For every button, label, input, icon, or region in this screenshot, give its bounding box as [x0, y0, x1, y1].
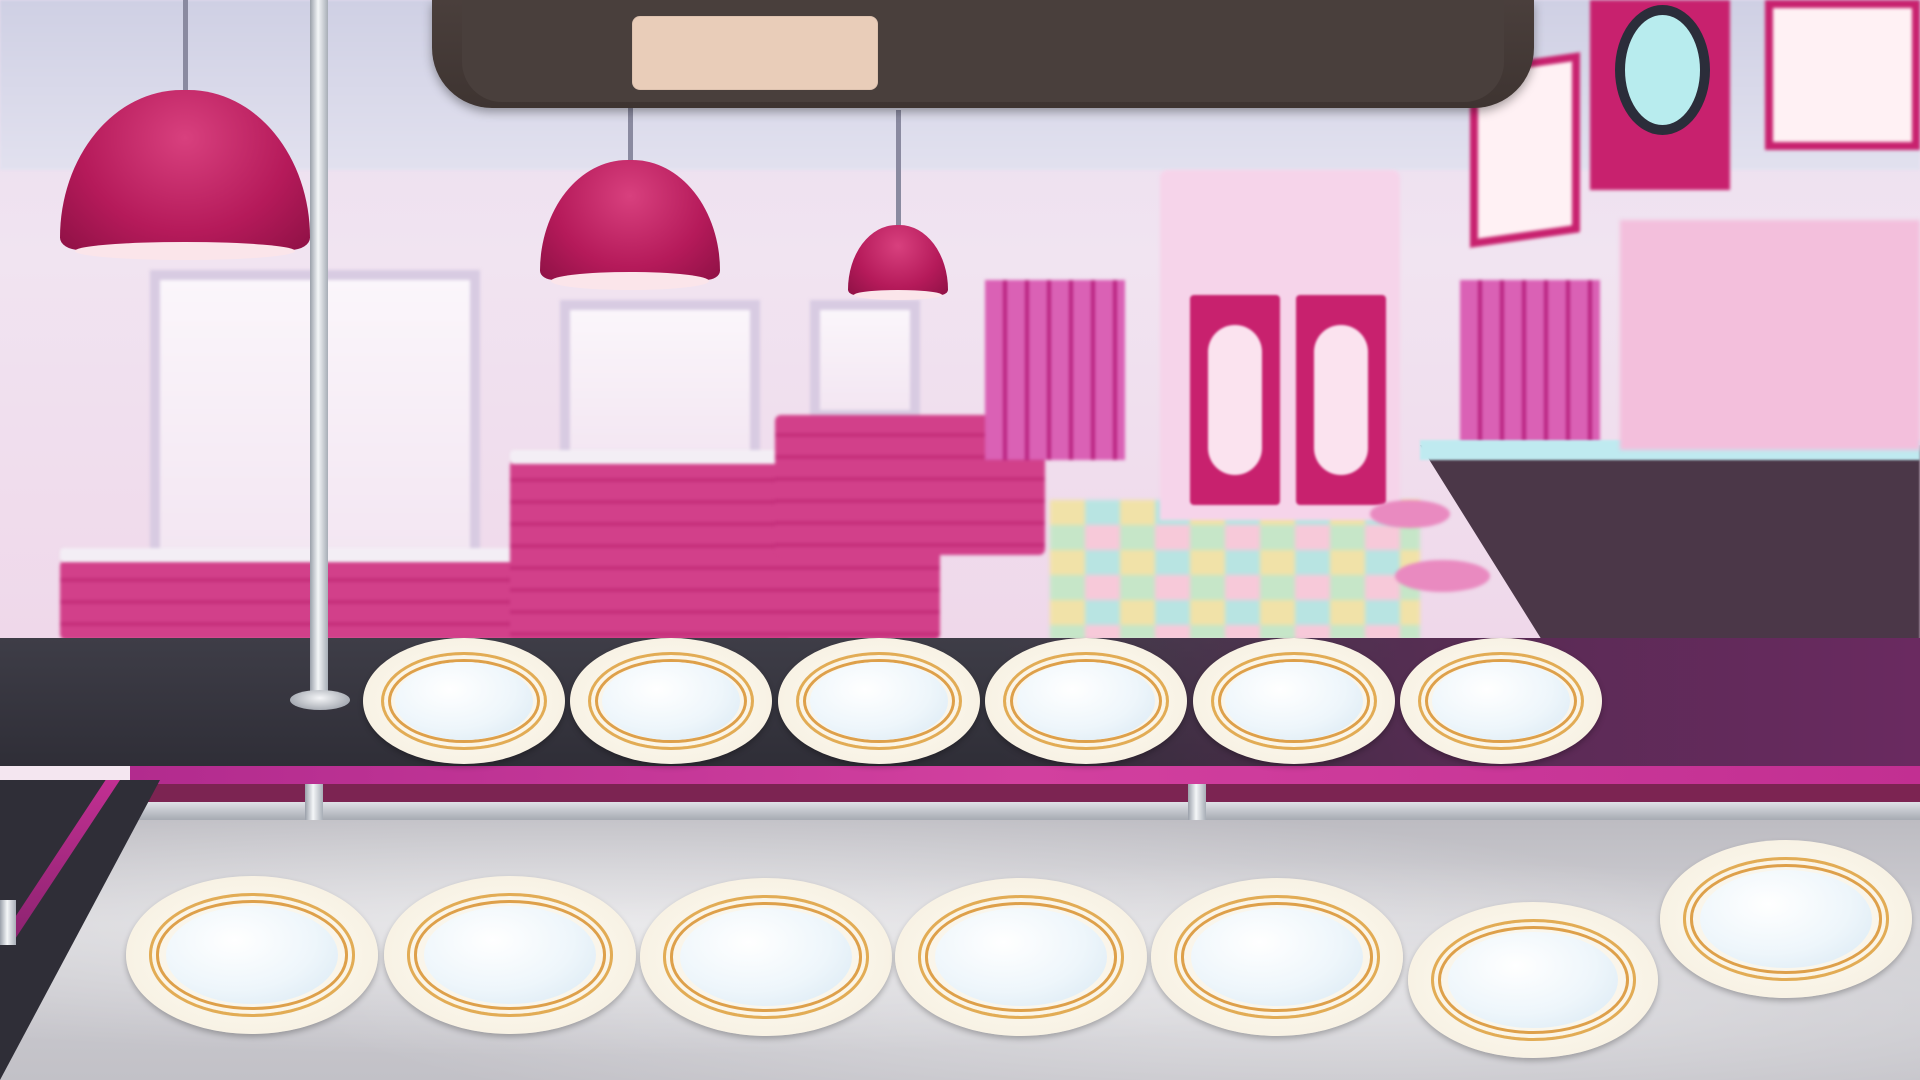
upper-shelf-underside: [90, 784, 1920, 802]
plate-upper-3[interactable]: [778, 638, 980, 764]
bar-stool: [1395, 560, 1490, 592]
support-pole: [310, 0, 328, 700]
clock-icon: [1615, 5, 1710, 135]
plate-lower-3[interactable]: [640, 878, 892, 1036]
pendant-lamp: [60, 0, 310, 260]
shelf-rail: [80, 802, 1920, 820]
checkered-floor: [1050, 500, 1420, 640]
back-shelf: [1620, 220, 1920, 450]
plate-lower-7[interactable]: [1660, 840, 1912, 998]
diner-door-right: [1296, 295, 1386, 505]
support-pole: [0, 900, 16, 945]
pole-base: [290, 690, 350, 710]
plate-upper-4[interactable]: [985, 638, 1187, 764]
diner-scene: [0, 0, 1920, 1080]
menu-board: [1765, 0, 1920, 150]
plate-upper-1[interactable]: [363, 638, 565, 764]
plate-upper-5[interactable]: [1193, 638, 1395, 764]
plate-upper-2[interactable]: [570, 638, 772, 764]
plate-lower-2[interactable]: [384, 876, 636, 1034]
plate-lower-5[interactable]: [1151, 878, 1403, 1036]
top-bar: [432, 0, 1534, 108]
grid-window: [985, 280, 1125, 460]
plate-lower-4[interactable]: [895, 878, 1147, 1036]
pendant-lamp: [848, 110, 948, 300]
plate-lower-1[interactable]: [126, 876, 378, 1034]
plate-upper-6[interactable]: [1400, 638, 1602, 764]
diner-window: [560, 300, 760, 470]
bar-stool: [1370, 500, 1450, 528]
diner-window: [810, 300, 920, 420]
upper-shelf-edge: [130, 766, 1920, 784]
pendant-lamp: [540, 90, 720, 290]
diner-door-left: [1190, 295, 1280, 505]
plate-lower-6[interactable]: [1408, 902, 1658, 1058]
top-bar-label: [632, 16, 878, 90]
